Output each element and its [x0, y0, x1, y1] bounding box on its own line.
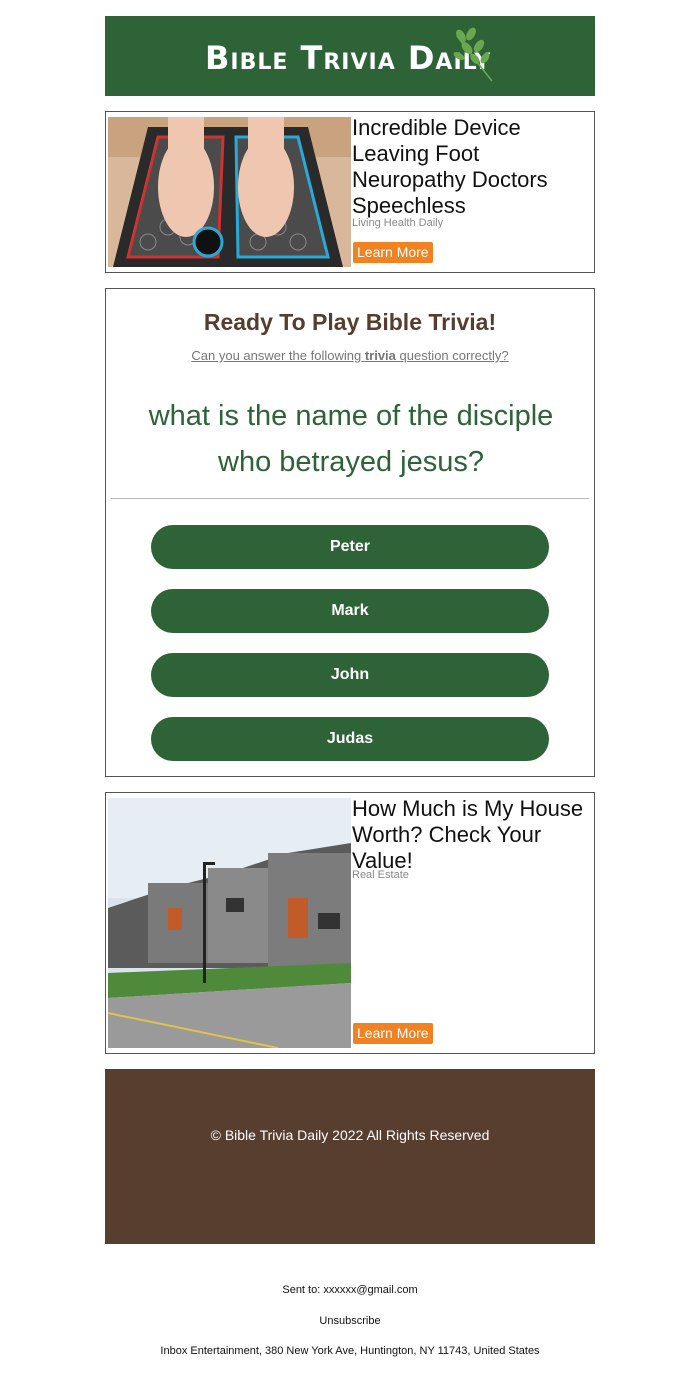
learn-more-button[interactable]: Learn More	[353, 242, 433, 263]
answer-button-john[interactable]: John	[151, 653, 549, 697]
ad-house-value[interactable]: How Much is My House Worth? Check Your V…	[105, 792, 595, 1054]
copyright-text: © Bible Trivia Daily 2022 All Rights Res…	[210, 1127, 490, 1143]
unsubscribe-link[interactable]: Unsubscribe	[0, 1315, 700, 1327]
trivia-subtitle-link[interactable]: Can you answer the following trivia ques…	[106, 348, 594, 363]
learn-more-button[interactable]: Learn More	[353, 1023, 433, 1044]
sent-to-text: Sent to: xxxxxx@gmail.com	[282, 1284, 418, 1296]
ad-title[interactable]: Incredible Device Leaving Foot Neuropath…	[352, 115, 592, 219]
divider	[111, 498, 589, 499]
trivia-title: Ready To Play Bible Trivia!	[203, 309, 497, 335]
ad-image-foot-massager[interactable]	[108, 117, 351, 267]
answer-button-judas[interactable]: Judas	[151, 717, 549, 761]
leaf-icon	[453, 27, 493, 82]
ad-source: Living Health Daily	[352, 217, 444, 229]
ad-foot-neuropathy[interactable]: Incredible Device Leaving Foot Neuropath…	[105, 111, 595, 273]
trivia-question: what is the name of the disciple who bet…	[148, 400, 554, 478]
trivia-card: Ready To Play Bible Trivia! Can you answ…	[105, 288, 595, 777]
subtitle-pre: Can you answer the following	[191, 348, 365, 363]
ad-title[interactable]: How Much is My House Worth? Check Your V…	[352, 796, 592, 874]
subtitle-post: question correctly?	[395, 348, 509, 363]
subtitle-bold: trivia	[364, 348, 396, 363]
ad-source: Real Estate	[352, 869, 409, 881]
answer-button-peter[interactable]: Peter	[151, 525, 549, 569]
header-banner[interactable]: Bible Trivia Daily	[105, 16, 595, 96]
answer-button-mark[interactable]: Mark	[151, 589, 549, 633]
footer: © Bible Trivia Daily 2022 All Rights Res…	[105, 1069, 595, 1244]
company-address: Inbox Entertainment, 380 New York Ave, H…	[160, 1345, 540, 1357]
ad-image-townhouses[interactable]	[108, 798, 351, 1048]
